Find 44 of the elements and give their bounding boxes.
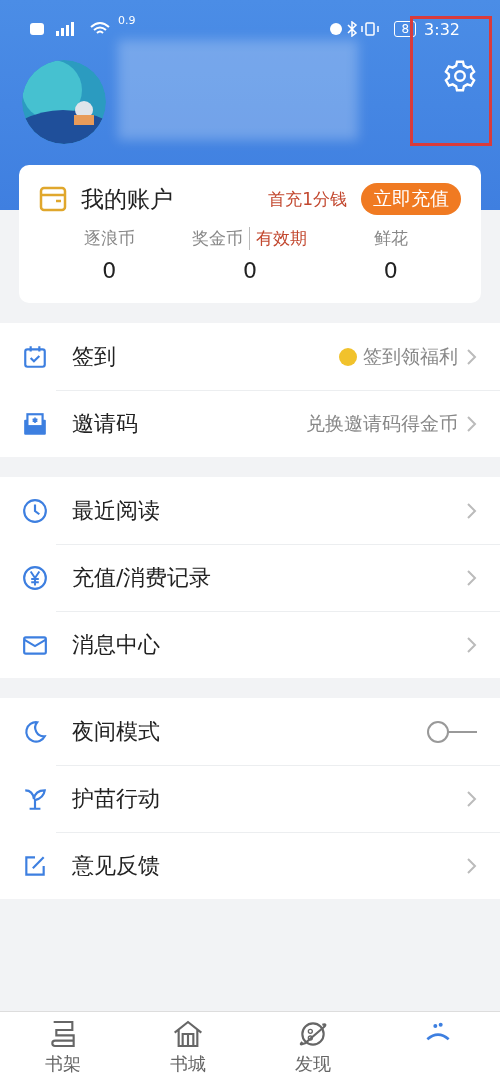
nav-tab[interactable]: 书城	[125, 1012, 250, 1084]
menu-row[interactable]: 护苗行动	[56, 765, 500, 832]
battery-indicator: 8	[394, 21, 417, 37]
row-hint: 签到领福利	[363, 343, 458, 369]
chevron-right-icon	[466, 790, 478, 808]
edit-icon	[22, 853, 48, 879]
menu-row[interactable]: 消息中心	[56, 611, 500, 678]
menu-row[interactable]: 充值/消费记录	[56, 544, 500, 611]
row-hint: 兑换邀请码得金币	[306, 411, 458, 436]
yuan-icon	[22, 565, 48, 591]
menu-row[interactable]: 夜间模式	[0, 698, 500, 765]
sprout-icon	[22, 786, 48, 812]
stat-label: 鲜花	[373, 227, 408, 250]
promo-text: 首充1分钱	[268, 187, 347, 211]
stat-label: 奖金币	[192, 227, 244, 250]
menu-row[interactable]: 意见反馈	[56, 832, 500, 899]
toggle-switch[interactable]	[426, 720, 478, 743]
chevron-right-icon	[466, 569, 478, 587]
coin-icon	[339, 347, 357, 366]
chevron-right-icon	[466, 636, 478, 654]
stat-label: 逐浪币	[83, 227, 135, 250]
nav-tab[interactable]: 发现	[250, 1012, 375, 1084]
account-title: 我的账户	[81, 184, 174, 214]
checkin-icon	[22, 343, 48, 370]
chevron-right-icon	[466, 415, 478, 433]
clock-icon	[22, 497, 48, 524]
menu-row[interactable]: 签到 签到领福利	[0, 323, 500, 390]
chevron-right-icon	[466, 501, 478, 520]
menu-row[interactable]: 最近阅读	[0, 477, 500, 544]
chevron-right-icon	[466, 857, 478, 875]
moon-icon	[22, 718, 48, 745]
invite-icon	[22, 411, 48, 437]
stat-value: 0	[242, 258, 258, 283]
settings-icon[interactable]	[442, 58, 478, 94]
wallet-icon	[39, 186, 67, 212]
network-speed: 0.9	[118, 14, 136, 27]
clock-time: 3:32	[424, 19, 460, 39]
stat-value: 0	[101, 258, 118, 283]
stat-value: 0	[382, 258, 399, 283]
nav-tab[interactable]: 书架	[0, 1012, 125, 1084]
store-icon	[171, 1018, 204, 1050]
menu-row[interactable]: 邀请码 兑换邀请码得金币	[56, 390, 500, 457]
chevron-right-icon	[466, 347, 478, 366]
validity-link[interactable]: 有效期	[249, 227, 308, 250]
